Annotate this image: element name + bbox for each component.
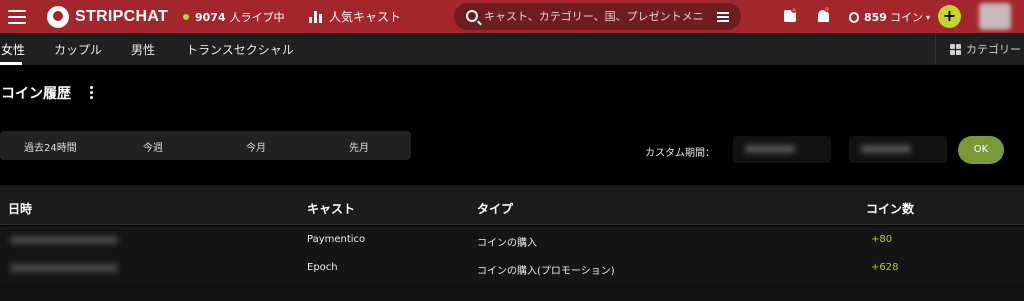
coins-balance[interactable]: 859 コイン ▾ <box>849 9 930 25</box>
messages-icon[interactable] <box>784 7 797 22</box>
grid-icon <box>950 43 961 55</box>
more-options-icon[interactable] <box>90 86 94 100</box>
active-tab-indicator <box>0 62 22 65</box>
add-coins-button[interactable]: + <box>938 5 961 28</box>
coins-cell: +628 <box>871 262 899 273</box>
datetime-redacted <box>10 264 118 272</box>
category-tabs: 女性 カップル 男性 トランスセクシャル カテゴリー <box>0 33 1024 65</box>
header-datetime: 日時 <box>8 202 33 216</box>
type-cell: コインの購入 <box>477 238 537 249</box>
tab-transsexual[interactable]: トランスセクシャル <box>186 41 294 58</box>
table-row: Paymentico コインの購入 +80 <box>0 226 1024 254</box>
coins-cell: +80 <box>871 234 893 245</box>
cast-cell: Epoch <box>307 262 338 273</box>
cast-cell: Paymentico <box>307 234 366 245</box>
popular-casts-link[interactable]: 人気キャスト <box>309 8 401 25</box>
live-count[interactable]: 9074 人ライブ中 <box>183 9 285 25</box>
header-coins: コイン数 <box>866 202 915 216</box>
type-cell: コインの購入(プロモーション) <box>477 266 615 277</box>
live-dot-icon <box>183 14 189 20</box>
filter-icon[interactable] <box>717 12 729 22</box>
tab-female[interactable]: 女性 <box>1 41 25 58</box>
table-footer <box>0 282 1024 301</box>
end-date-field[interactable] <box>849 136 947 163</box>
end-date-value-redacted <box>861 145 911 153</box>
period-selector: 過去24時間 今週 今月 先月 <box>0 131 411 160</box>
categories-label: カテゴリー <box>966 43 1021 56</box>
live-count-label: 人ライブ中 <box>229 11 285 24</box>
chevron-down-icon: ▾ <box>925 12 930 22</box>
coins-amount: 859 <box>864 10 887 24</box>
period-this-week[interactable]: 今週 <box>143 139 163 154</box>
avatar[interactable] <box>979 3 1011 30</box>
page-title: コイン履歴 <box>1 86 71 102</box>
brand-name: STRIPCHAT <box>75 8 169 25</box>
coins-icon <box>849 11 859 23</box>
search-bar[interactable] <box>454 3 741 30</box>
tab-male[interactable]: 男性 <box>131 41 155 58</box>
popular-icon <box>309 10 323 23</box>
table-header: 日時 キャスト タイプ コイン数 <box>0 185 1024 225</box>
bell-icon[interactable] <box>818 6 830 22</box>
header-cast: キャスト <box>307 202 356 216</box>
categories-button[interactable]: カテゴリー <box>935 33 1024 65</box>
top-navigation-bar: STRIPCHAT 9074 人ライブ中 人気キャスト 859 コイン ▾ + <box>0 0 1024 33</box>
search-icon <box>466 10 478 22</box>
notifications-badge <box>824 6 830 12</box>
start-date-value-redacted <box>745 145 795 153</box>
period-this-month[interactable]: 今月 <box>246 139 266 154</box>
coins-label: コイン <box>889 11 923 24</box>
menu-icon[interactable] <box>8 10 26 24</box>
logo[interactable]: STRIPCHAT <box>47 6 168 28</box>
start-date-field[interactable] <box>733 136 831 163</box>
popular-casts-label: 人気キャスト <box>329 10 402 24</box>
messages-badge <box>791 7 797 13</box>
tab-couples[interactable]: カップル <box>54 41 102 58</box>
period-last-month[interactable]: 先月 <box>349 139 369 154</box>
period-last-24h[interactable]: 過去24時間 <box>24 139 77 154</box>
custom-period-label: カスタム期間： <box>645 148 715 159</box>
logo-icon <box>47 6 69 28</box>
table-row: Epoch コインの購入(プロモーション) +628 <box>0 254 1024 282</box>
ok-button[interactable]: OK <box>958 136 1004 164</box>
search-input[interactable] <box>484 8 704 25</box>
header-type: タイプ <box>477 202 514 216</box>
datetime-redacted <box>10 236 118 244</box>
live-count-number: 9074 <box>195 10 226 24</box>
